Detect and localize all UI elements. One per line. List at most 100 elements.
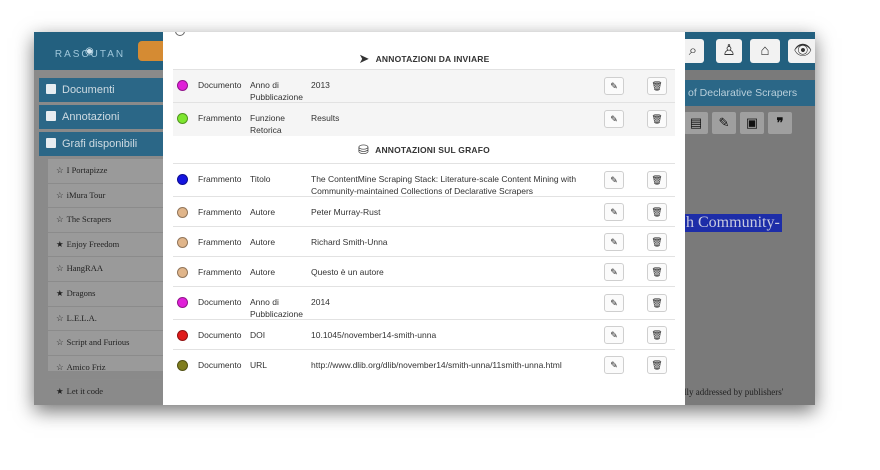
user-icon[interactable]: ♙ [716, 39, 742, 63]
annotation-row: Frammento Titolo The ContentMine Scraping … [173, 163, 675, 197]
sidebar-item-grafi[interactable]: Grafi disponibili [39, 132, 164, 156]
section-title: ANNOTAZIONI DA INVIARE [375, 54, 490, 64]
graph-name: HangRAA [66, 263, 103, 274]
annotation-value: 10.1045/november14-smith-unna [311, 330, 437, 340]
annotation-type: Documento [198, 360, 242, 370]
delete-button[interactable]: 🗑 [647, 263, 667, 281]
annotation-property: Autore [250, 267, 276, 277]
annotation-property: Anno di Pubblicazione [250, 297, 303, 319]
radio-icon[interactable] [175, 32, 185, 36]
edit-button[interactable]: ✎ [604, 171, 624, 189]
document-icon[interactable]: ▤ [684, 112, 708, 134]
annotation-type: Frammento [198, 267, 242, 277]
annotation-value: The ContentMine Scraping Stack: Literatu… [311, 174, 577, 196]
annotation-property: Autore [250, 237, 276, 247]
annotation-row: Documento URL http://www.dlib.org/dlib/nov… [173, 349, 675, 380]
annotation-type: Frammento [198, 113, 242, 123]
annotation-property: DOI [250, 330, 266, 340]
star-filled-icon: ★ [56, 386, 64, 397]
graph-name: The Scrapers [66, 214, 112, 225]
annotation-value: http://www.dlib.org/dlib/november14/smit… [311, 360, 562, 370]
graph-list-item[interactable]: ★ Let it code [48, 380, 164, 405]
graph-name: I Portapizze [66, 165, 108, 175]
edit-button[interactable]: ✎ [604, 233, 624, 251]
star-icon: ☆ [56, 189, 64, 200]
document-toolbar: ▤ ✎ ▣ ❞ [684, 112, 815, 138]
graph-name: Enjoy Freedom [66, 238, 120, 249]
section-header-graph: ⛁ ANNOTAZIONI SUL GRAFO [173, 137, 675, 163]
annotation-type: Documento [198, 80, 242, 90]
annotation-property: Anno di Pubblicazione [250, 80, 303, 102]
delete-button[interactable]: 🗑 [647, 233, 667, 251]
annotation-row: Frammento Autore Questo è un autore ✎ 🗑 [173, 256, 675, 287]
modal-top-edge [175, 32, 355, 36]
delete-button[interactable]: 🗑 [647, 326, 667, 344]
graph-list-item[interactable]: ☆ I Portapizze [48, 159, 164, 184]
annotation-row: Documento Anno di Pubblicazione 2014 ✎ 🗑 [173, 286, 675, 320]
annotation-row: Frammento Funzione Retorica Results ✎ 🗑 [173, 102, 675, 136]
orange-button[interactable] [138, 41, 164, 61]
graph-name: iMura Tour [66, 189, 106, 200]
sidebar-item-documenti[interactable]: Documenti [39, 78, 164, 102]
annotation-value: 2013 [311, 80, 330, 90]
annotation-type: Documento [198, 330, 242, 340]
edit-button[interactable]: ✎ [604, 356, 624, 374]
graph-name: Let it code [66, 386, 103, 397]
graph-list-item[interactable]: ☆ HangRAA [48, 257, 164, 282]
graph-list-item[interactable]: ☆ The Scrapers [48, 208, 164, 233]
edit-button[interactable]: ✎ [604, 203, 624, 221]
sidebar-label: Grafi disponibili [62, 138, 138, 150]
delete-button[interactable]: 🗑 [647, 77, 667, 95]
color-dot-icon [177, 360, 188, 371]
graph-list-item[interactable]: ☆ L.E.L.A. [48, 307, 164, 332]
edit-button[interactable]: ✎ [604, 294, 624, 312]
quote-icon[interactable]: ❞ [768, 112, 792, 134]
graph-list-item[interactable]: ★ Dragons [48, 282, 164, 307]
delete-button[interactable]: 🗑 [647, 356, 667, 374]
delete-button[interactable]: 🗑 [647, 203, 667, 221]
color-dot-icon [177, 80, 188, 91]
annotations-modal: ➤ ANNOTAZIONI DA INVIARE ⛁ ANNOTAZIONI SUL… [163, 32, 685, 405]
graph-name: Dragons [66, 287, 96, 298]
edit-icon[interactable]: ✎ [712, 112, 736, 134]
eye-icon[interactable]: 👁 [788, 39, 815, 63]
graph-list-item[interactable]: ☆ Amico Friz [48, 356, 164, 381]
color-dot-icon [177, 267, 188, 278]
search-icon[interactable]: ⌕ [682, 39, 704, 63]
annotation-type: Frammento [198, 237, 242, 247]
graph-list-item[interactable]: ☆ iMura Tour [48, 184, 164, 209]
save-icon[interactable]: ▣ [740, 112, 764, 134]
star-filled-icon: ★ [56, 238, 64, 249]
color-dot-icon [177, 330, 188, 341]
delete-button[interactable]: 🗑 [647, 171, 667, 189]
hard-drive-icon: ⛁ [358, 142, 370, 157]
star-icon: ☆ [56, 312, 64, 323]
star-icon: ☆ [56, 337, 64, 348]
annotation-row: Frammento Autore Richard Smith-Unna ✎ 🗑 [173, 226, 675, 257]
graph-name: Amico Friz [66, 361, 106, 372]
home-icon[interactable]: ⌂ [750, 39, 780, 63]
edit-button[interactable]: ✎ [604, 326, 624, 344]
chevron-down-icon [46, 138, 56, 148]
annotation-row: Documento Anno di Pubblicazione 2013 ✎ 🗑 [173, 69, 675, 103]
chevron-down-icon [46, 111, 56, 121]
edit-button[interactable]: ✎ [604, 77, 624, 95]
edit-button[interactable]: ✎ [604, 110, 624, 128]
annotation-value: Questo è un autore [311, 267, 384, 277]
graph-list-item[interactable]: ★ Enjoy Freedom [48, 233, 164, 258]
edit-button[interactable]: ✎ [604, 263, 624, 281]
color-dot-icon [177, 297, 188, 308]
graph-name: L.E.L.A. [66, 312, 97, 323]
star-icon: ☆ [56, 361, 64, 372]
graph-list-item[interactable]: ☆ Script and Furious [48, 331, 164, 356]
annotation-property: Funzione Retorica [250, 113, 285, 135]
star-icon: ☆ [56, 263, 64, 274]
delete-button[interactable]: 🗑 [647, 294, 667, 312]
annotation-value: Results [311, 113, 340, 123]
app-logo: ◉ RASCUTAN [54, 46, 126, 60]
annotation-property: URL [250, 360, 268, 370]
delete-button[interactable]: 🗑 [647, 110, 667, 128]
paper-plane-icon: ➤ [358, 51, 370, 66]
sidebar-item-annotazioni[interactable]: Annotazioni [39, 105, 164, 129]
color-dot-icon [177, 113, 188, 124]
